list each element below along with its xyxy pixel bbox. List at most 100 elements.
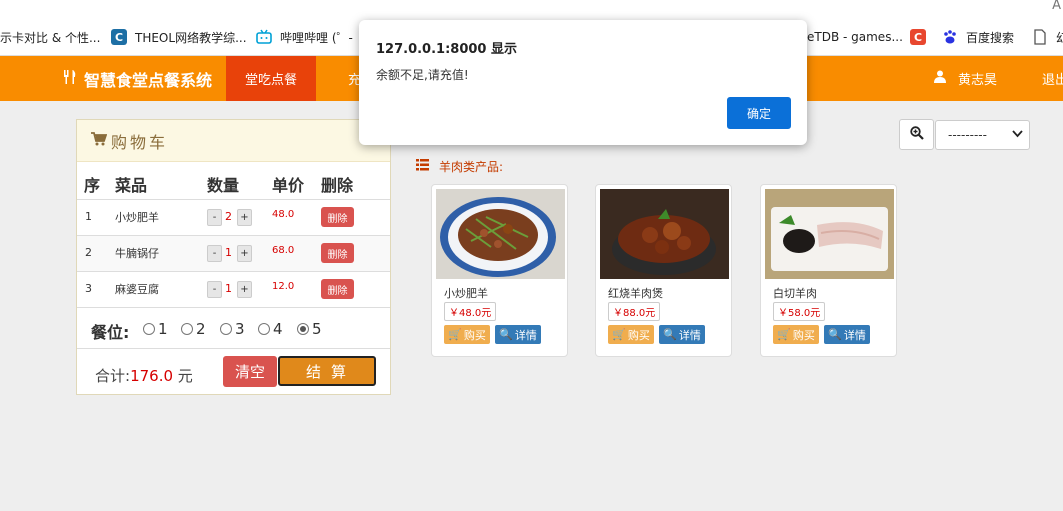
detail-label: 详情 bbox=[843, 328, 866, 342]
quantity: 2 bbox=[225, 210, 232, 223]
product-card: 白切羊肉 ￥58.0元 🛒 购买 🔍 详情 bbox=[760, 184, 897, 357]
bookmark-item-1[interactable]: 示卡对比 & 个性... bbox=[0, 28, 100, 46]
row-number: 2 bbox=[85, 246, 92, 259]
decrease-qty-button[interactable]: - bbox=[207, 245, 222, 262]
delete-item-button[interactable]: 删除 bbox=[321, 243, 354, 263]
buy-button[interactable]: 🛒 购买 bbox=[773, 325, 819, 344]
category-label: 羊肉类产品: bbox=[439, 160, 504, 174]
bookmark-item-bilibili[interactable]: 哔哩哔哩 (゜- bbox=[256, 28, 353, 46]
brand-logo[interactable]: 智慧食堂点餐系统 bbox=[62, 56, 212, 101]
user-menu[interactable]: 黄志昊 bbox=[934, 56, 997, 101]
quantity: 1 bbox=[225, 282, 232, 295]
logout-link[interactable]: 退出 bbox=[1042, 56, 1063, 101]
product-image[interactable] bbox=[765, 189, 894, 279]
product-name: 白切羊肉 bbox=[773, 287, 817, 300]
product-card: 小炒肥羊 ￥48.0元 🛒 购买 🔍 详情 bbox=[431, 184, 568, 357]
seat-option-1[interactable]: 1 bbox=[143, 320, 168, 338]
dish-name: 小炒肥羊 bbox=[115, 211, 159, 224]
seat-number: 4 bbox=[273, 320, 283, 338]
bookmark-item-c[interactable]: C bbox=[910, 28, 934, 46]
bookmark-label: 百度搜索 bbox=[966, 30, 1015, 45]
list-icon bbox=[416, 158, 429, 175]
product-name: 红烧羊肉煲 bbox=[608, 287, 663, 300]
radio-button[interactable] bbox=[143, 323, 155, 335]
cart-row: 3 麻婆豆腐 - 1 + 12.0 删除 bbox=[77, 272, 390, 308]
detail-button[interactable]: 🔍 详情 bbox=[495, 325, 541, 344]
col-qty: 数量 bbox=[207, 176, 240, 195]
cart-icon: 🛒 bbox=[612, 328, 626, 341]
increase-qty-button[interactable]: + bbox=[237, 209, 252, 226]
bookmark-item-theol[interactable]: C THEOL网络教学综... bbox=[111, 28, 247, 46]
bookmark-label: 哔哩哔哩 (゜- bbox=[280, 30, 353, 45]
total-unit: 元 bbox=[177, 367, 193, 385]
cart-title: 购物车 bbox=[111, 132, 169, 152]
user-name: 黄志昊 bbox=[958, 73, 998, 88]
dish-name: 牛腩锅仔 bbox=[115, 247, 159, 260]
dialog-title: 127.0.0.1:8000 显示 bbox=[376, 42, 517, 57]
category-select[interactable]: --------- bbox=[935, 120, 1030, 150]
detail-button[interactable]: 🔍 详情 bbox=[659, 325, 705, 344]
seat-option-2[interactable]: 2 bbox=[181, 320, 206, 338]
shopping-cart-icon bbox=[91, 131, 108, 150]
increase-qty-button[interactable]: + bbox=[237, 245, 252, 262]
document-icon bbox=[1032, 29, 1048, 45]
buy-label: 购买 bbox=[627, 328, 650, 342]
checkout-button[interactable]: 结算 bbox=[278, 356, 376, 386]
seat-option-5[interactable]: 5 bbox=[297, 320, 322, 338]
cart-row: 2 牛腩锅仔 - 1 + 68.0 删除 bbox=[77, 236, 390, 272]
category-heading: 羊肉类产品: bbox=[416, 158, 503, 175]
decrease-qty-button[interactable]: - bbox=[207, 209, 222, 226]
tab-dine-in[interactable]: 堂吃点餐 bbox=[226, 56, 316, 101]
delete-item-button[interactable]: 删除 bbox=[321, 207, 354, 227]
radio-button-selected[interactable] bbox=[297, 323, 309, 335]
delete-item-button[interactable]: 删除 bbox=[321, 279, 354, 299]
radio-button[interactable] bbox=[258, 323, 270, 335]
bookmark-item-tdb[interactable]: eTDB - games... bbox=[807, 28, 903, 46]
row-number: 1 bbox=[85, 210, 92, 223]
seat-option-3[interactable]: 3 bbox=[220, 320, 245, 338]
unit-price: 68.0 bbox=[272, 245, 295, 256]
search-icon: 🔍 bbox=[663, 328, 677, 341]
detail-button[interactable]: 🔍 详情 bbox=[824, 325, 870, 344]
row-number: 3 bbox=[85, 282, 92, 295]
seat-number: 5 bbox=[312, 320, 322, 338]
decrease-qty-button[interactable]: - bbox=[207, 281, 222, 298]
bookmark-label: 幻 bbox=[1056, 30, 1063, 45]
theol-c-icon: C bbox=[111, 29, 127, 45]
unit-price: 12.0 bbox=[272, 281, 295, 292]
product-price: ￥58.0元 bbox=[773, 302, 826, 321]
cart-header: 购物车 bbox=[77, 120, 390, 162]
increase-qty-button[interactable]: + bbox=[237, 281, 252, 298]
search-button[interactable] bbox=[899, 119, 934, 150]
cutlery-icon bbox=[62, 69, 78, 89]
clear-cart-button[interactable]: 清空 bbox=[223, 356, 277, 387]
buy-button[interactable]: 🛒 购买 bbox=[608, 325, 654, 344]
col-name: 菜品 bbox=[115, 176, 148, 195]
user-icon bbox=[934, 70, 946, 87]
dish-name: 麻婆豆腐 bbox=[115, 283, 159, 296]
zoom-in-icon bbox=[909, 125, 924, 144]
c-icon: C bbox=[910, 29, 926, 45]
product-price: ￥88.0元 bbox=[608, 302, 661, 321]
buy-label: 购买 bbox=[463, 328, 486, 342]
select-value: --------- bbox=[948, 128, 987, 142]
buy-button[interactable]: 🛒 购买 bbox=[444, 325, 490, 344]
bookmark-item-baidu[interactable]: 百度搜索 bbox=[942, 28, 1014, 46]
cart-column-headers: 序 菜品 数量 单价 删除 bbox=[77, 162, 390, 200]
bookmark-item-doc[interactable]: 幻 bbox=[1032, 28, 1063, 46]
bilibili-icon bbox=[256, 29, 272, 45]
shopping-cart-panel: 购物车 序 菜品 数量 单价 删除 1 小炒肥羊 - 2 + 48.0 删除 2… bbox=[76, 119, 391, 395]
radio-button[interactable] bbox=[220, 323, 232, 335]
product-price: ￥48.0元 bbox=[444, 302, 497, 321]
cart-icon: 🛒 bbox=[448, 328, 462, 341]
seat-option-4[interactable]: 4 bbox=[258, 320, 283, 338]
product-image[interactable] bbox=[600, 189, 729, 279]
seat-number: 3 bbox=[235, 320, 245, 338]
cart-row: 1 小炒肥羊 - 2 + 48.0 删除 bbox=[77, 200, 390, 236]
seat-label: 餐位: bbox=[91, 323, 130, 342]
radio-button[interactable] bbox=[181, 323, 193, 335]
product-image[interactable] bbox=[436, 189, 565, 279]
total-value: 176.0 bbox=[130, 367, 174, 385]
browser-corner-glyph: A bbox=[1052, 0, 1061, 13]
dialog-ok-button[interactable]: 确定 bbox=[727, 97, 791, 129]
